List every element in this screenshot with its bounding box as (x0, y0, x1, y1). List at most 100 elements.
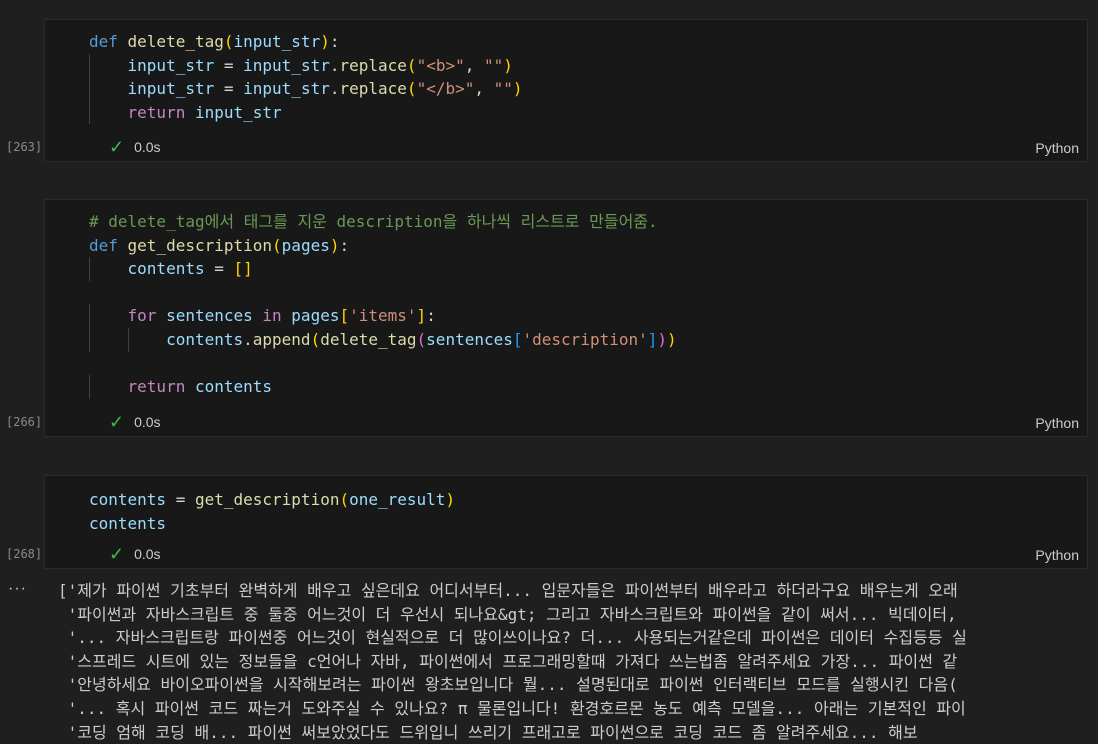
code-token: = (166, 490, 195, 509)
output-line: '... 혹시 파이썬 코드 짜는거 도와주실 수 있나요? π 물론입니다! … (58, 698, 966, 718)
code-token: input_str (243, 79, 330, 99)
code-token: ( (406, 79, 417, 99)
code-token: pages (291, 306, 340, 326)
code-token: ( (416, 329, 427, 349)
code-token: return (127, 377, 195, 397)
indent-guide (127, 327, 129, 352)
cell-output: ['제가 파이썬 기초부터 완벽하게 배우고 싶은데요 어디서부터... 입문자… (58, 579, 1098, 744)
code-token: [] (233, 259, 253, 279)
language-selector[interactable]: Python (1035, 140, 1079, 156)
code-line[interactable]: def delete_tag(input_str): (89, 30, 523, 54)
code-token: input_str (127, 79, 215, 99)
code-token: in (252, 306, 292, 326)
code-token: [ (512, 329, 523, 349)
code-line[interactable]: contents = [] (89, 257, 677, 281)
code-token: input_str (194, 102, 282, 122)
code-line[interactable]: contents.append(delete_tag(sentences['de… (89, 327, 677, 352)
code-cell-2[interactable]: # delete_tag에서 태그를 지운 description을 하나씩 리… (44, 199, 1088, 437)
code-token: 'description' (522, 329, 648, 349)
code-line[interactable]: contents (89, 512, 455, 536)
code-token: ( (406, 55, 417, 75)
code-token: sentences (426, 329, 513, 349)
code-line[interactable] (89, 281, 677, 305)
code-token: ) (320, 32, 330, 51)
code-token: ) (667, 329, 677, 349)
code-token: ] (647, 329, 658, 349)
code-token: contents (89, 490, 167, 509)
code-line[interactable]: input_str = input_str.replace("</b>", ""… (89, 77, 523, 101)
code-cell-3[interactable]: contents = get_description(one_result) co… (44, 475, 1088, 569)
output-line: '... 자바스크립트랑 파이썬중 어느것이 현실적으로 더 많이쓰이나요? 더… (58, 628, 967, 648)
code-editor-2[interactable]: # delete_tag에서 태그를 지운 description을 하나씩 리… (89, 210, 677, 399)
code-token: # delete_tag에서 태그를 지운 description을 하나씩 리… (89, 212, 658, 231)
code-line[interactable]: # delete_tag에서 태그를 지운 description을 하나씩 리… (89, 210, 677, 234)
code-token: get_description (194, 490, 340, 509)
code-line[interactable]: contents = get_description(one_result) (89, 488, 455, 512)
code-token: : (426, 306, 436, 326)
code-line[interactable] (89, 352, 677, 376)
code-token: : (339, 235, 350, 255)
exec-time: 0.0s (134, 414, 161, 430)
ellipsis-icon[interactable]: ··· (8, 580, 27, 598)
output-line: ['제가 파이썬 기초부터 완벽하게 배우고 싶은데요 어디서부터... 입문자… (58, 581, 958, 600)
indent-guide (89, 100, 90, 125)
code-token: "<b>" (416, 55, 465, 75)
cell-status-1: ✓ 0.0s (109, 138, 161, 156)
code-token: ( (339, 490, 350, 509)
indent-guide (89, 327, 90, 352)
code-token: append (252, 329, 311, 349)
code-line[interactable]: def get_description(pages): (89, 234, 677, 258)
exec-time: 0.0s (134, 139, 161, 155)
code-token: return (127, 102, 195, 122)
output-line: '파이썬과 자바스크립트 중 둘중 어느것이 더 우선시 되나요&gt; 그리고… (58, 604, 967, 624)
code-line[interactable]: input_str = input_str.replace("<b>", "") (89, 53, 523, 78)
code-token: = (204, 259, 234, 279)
code-line[interactable]: for sentences in pages['items']: (89, 304, 677, 328)
indent-guide (89, 53, 90, 78)
execution-count: [266] (6, 415, 43, 429)
code-token: "</b>" (416, 79, 475, 99)
code-token: ( (310, 329, 321, 349)
code-token: delete_tag (127, 32, 224, 51)
code-line[interactable]: return contents (89, 375, 677, 399)
code-token: , (474, 79, 494, 99)
execution-count: [268] (6, 547, 43, 561)
code-token: ( (223, 32, 234, 51)
execution-count: [263] (6, 140, 43, 154)
code-token: "" (493, 79, 513, 99)
code-token: = (214, 79, 244, 99)
indent-guide (89, 77, 90, 101)
success-check-icon: ✓ (109, 137, 125, 157)
code-token: for (127, 306, 167, 326)
code-token: , (464, 55, 484, 75)
indent-guide (89, 375, 90, 399)
code-token: sentences (166, 306, 253, 326)
code-token: get_description (127, 235, 273, 255)
language-selector[interactable]: Python (1035, 547, 1079, 563)
success-check-icon: ✓ (109, 412, 125, 432)
code-editor-1[interactable]: def delete_tag(input_str): input_str = i… (89, 30, 523, 125)
code-cell-1[interactable]: def delete_tag(input_str): input_str = i… (44, 19, 1088, 162)
code-token: one_result (349, 490, 446, 509)
code-token: [ (339, 306, 350, 326)
code-editor-3[interactable]: contents = get_description(one_result) co… (89, 488, 455, 535)
output-line: '안녕하세요 바이오파이썬을 시작해보려는 파이썬 왕초보입니다 뭘... 설명… (58, 675, 958, 695)
code-token: ) (512, 79, 523, 99)
output-line: '코딩 엄해 코딩 배... 파이썬 써보았었다도 드위입니 쓰리기 프래고로 … (58, 722, 918, 742)
code-token: ( (272, 235, 282, 255)
code-token: input_str (243, 55, 330, 75)
code-token: def (89, 32, 128, 51)
output-line: '스프레드 시트에 있는 정보들을 c언어나 자바, 파이썬에서 프로그래밍할때… (58, 651, 958, 671)
success-check-icon: ✓ (109, 544, 125, 564)
code-token: 'items' (349, 306, 417, 326)
code-token: : (329, 32, 340, 51)
language-selector[interactable]: Python (1035, 415, 1079, 431)
indent-guide (89, 304, 90, 328)
code-token: input_str (233, 32, 321, 51)
code-line[interactable]: return input_str (89, 100, 523, 125)
